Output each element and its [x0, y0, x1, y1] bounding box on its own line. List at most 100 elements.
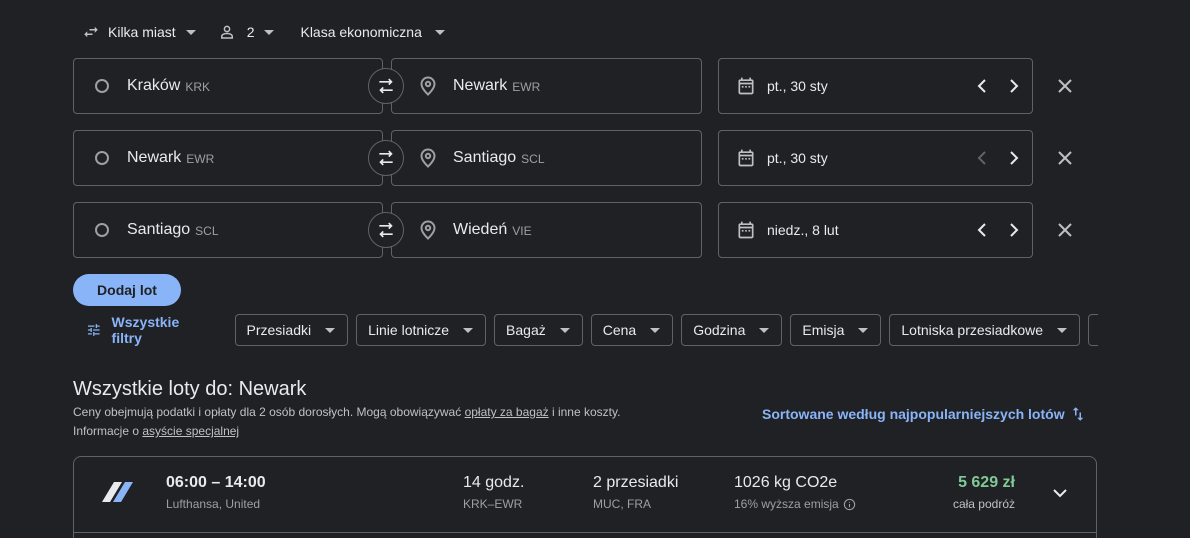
- chevron-down-icon: [264, 30, 275, 35]
- stops-cell: 2 przesiadki MUC, FRA: [593, 474, 678, 511]
- origin-field[interactable]: Kraków KRK: [73, 58, 383, 114]
- stop-airports: MUC, FRA: [593, 497, 651, 511]
- chevron-left-icon: [977, 151, 986, 165]
- origin-city: Kraków: [127, 77, 181, 94]
- info-icon[interactable]: [843, 498, 856, 511]
- expand-button[interactable]: [1048, 481, 1072, 505]
- location-pin-icon: [420, 148, 436, 168]
- close-icon: [1058, 79, 1072, 93]
- next-date-button[interactable]: [998, 142, 1030, 174]
- chevron-right-icon: [1010, 79, 1019, 93]
- chevron-down-icon: [463, 328, 474, 333]
- chevron-down-icon: [1053, 489, 1067, 498]
- filter-chip[interactable]: Lotniska przesiadkowe: [889, 314, 1081, 346]
- filter-chip[interactable]: Cena: [590, 314, 674, 346]
- trip-type-label: Kilka miast: [108, 24, 176, 40]
- destination-field[interactable]: Wiedeń VIE: [391, 202, 702, 258]
- destination-field[interactable]: Newark EWR: [391, 58, 702, 114]
- filter-chip[interactable]: Godzina: [681, 314, 783, 346]
- destination-field[interactable]: Santiago SCL: [391, 130, 702, 186]
- previous-date-button[interactable]: [966, 142, 998, 174]
- flight-route: KRK–EWR: [463, 497, 523, 511]
- destination-city: Santiago: [453, 149, 517, 166]
- flight-price: 5 629 zł: [958, 474, 1015, 491]
- price-note-text-a: Ceny obejmują podatki i opłaty dla 2 osó…: [73, 405, 465, 419]
- filter-chip[interactable]: Bagaż: [494, 314, 583, 346]
- sort-button[interactable]: Sortowane według najpopularniejszych lot…: [762, 404, 1087, 424]
- destination-city: Wiedeń: [453, 221, 508, 238]
- origin-code: KRK: [185, 80, 211, 94]
- next-date-button[interactable]: [998, 70, 1030, 102]
- filter-chip-overflow[interactable]: [1088, 314, 1098, 346]
- chevron-left-icon: [977, 79, 986, 93]
- origin-city: Santiago: [127, 221, 191, 238]
- departure-date-field[interactable]: pt., 30 sty: [718, 58, 1033, 114]
- baggage-fees-link[interactable]: opłaty za bagaż: [465, 405, 549, 419]
- filter-chip-label: Lotniska przesiadkowe: [901, 322, 1044, 338]
- card-divider: [74, 532, 1096, 533]
- airlines: Lufthansa, United: [166, 497, 261, 511]
- sort-arrows-icon: [1072, 407, 1083, 421]
- price-note: Ceny obejmują podatki i opłaty dla 2 osó…: [73, 405, 620, 419]
- all-filters-button[interactable]: Wszystkie filtry: [82, 314, 211, 346]
- filter-chip-label: Linie lotnicze: [368, 322, 450, 338]
- chevron-down-icon: [1057, 328, 1068, 333]
- person-icon: [220, 25, 233, 39]
- origin-code: EWR: [186, 152, 215, 166]
- flight-leg-1: Kraków KRK Newark EWR pt., 30 sty: [73, 58, 1083, 114]
- price-note-label: cała podróż: [952, 497, 1015, 511]
- previous-date-button[interactable]: [966, 70, 998, 102]
- emissions-cell: 1026 kg CO2e 16% wyższa emisja: [734, 474, 856, 511]
- calendar-icon: [738, 77, 754, 95]
- swap-arrows-icon: [84, 26, 98, 38]
- filter-chip[interactable]: Przesiadki: [234, 314, 349, 346]
- swap-button[interactable]: [368, 140, 404, 176]
- trip-options-bar: Kilka miast 2 Klasa ekonomiczna: [82, 21, 445, 43]
- assistance-note-text: Informacje o: [73, 424, 143, 438]
- origin-field[interactable]: Santiago SCL: [73, 202, 383, 258]
- destination-code: VIE: [512, 224, 532, 238]
- cabin-class-label: Klasa ekonomiczna: [300, 24, 422, 40]
- stops-count: 2 przesiadki: [593, 474, 679, 491]
- chevron-down-icon: [858, 328, 869, 333]
- flight-leg-3: Santiago SCL Wiedeń VIE niedz., 8 lut: [73, 202, 1083, 258]
- assistance-note: Informacje o asyście specjalnej: [73, 424, 239, 438]
- emissions-value: 1026 kg CO2e: [734, 474, 838, 491]
- filter-chip[interactable]: Linie lotnicze: [356, 314, 487, 346]
- remove-leg-button[interactable]: [1049, 70, 1081, 102]
- remove-leg-button[interactable]: [1049, 142, 1081, 174]
- remove-leg-button[interactable]: [1049, 214, 1081, 246]
- filter-chip[interactable]: Emisja: [790, 314, 882, 346]
- origin-code: SCL: [195, 224, 219, 238]
- special-assistance-link[interactable]: asyście specjalnej: [142, 424, 239, 438]
- origin-circle-icon: [95, 151, 109, 165]
- chevron-down-icon: [185, 30, 196, 35]
- chevron-down-icon: [759, 328, 770, 333]
- flight-leg-2: Newark EWR Santiago SCL pt., 30 sty: [73, 130, 1083, 186]
- departure-date-field[interactable]: niedz., 8 lut: [718, 202, 1033, 258]
- passengers-select[interactable]: 2: [218, 23, 275, 41]
- close-icon: [1058, 151, 1072, 165]
- previous-date-button[interactable]: [966, 214, 998, 246]
- trip-type-select[interactable]: Kilka miast: [82, 23, 196, 41]
- airline-logo-icon: [102, 482, 133, 502]
- departure-date-field[interactable]: pt., 30 sty: [718, 130, 1033, 186]
- calendar-icon: [738, 149, 754, 167]
- origin-field[interactable]: Newark EWR: [73, 130, 383, 186]
- swap-button[interactable]: [368, 212, 404, 248]
- location-pin-icon: [420, 220, 436, 240]
- price-cell: 5 629 zł cała podróż: [953, 474, 1015, 511]
- add-flight-button[interactable]: Dodaj lot: [73, 274, 181, 306]
- next-date-button[interactable]: [998, 214, 1030, 246]
- cabin-class-select[interactable]: Klasa ekonomiczna: [300, 24, 445, 40]
- filter-chips: Przesiadki Linie lotnicze Bagaż Cena Godzina…: [234, 314, 1098, 346]
- flight-result-card[interactable]: 06:00 – 14:00 Lufthansa, United 14 godz.…: [73, 456, 1097, 538]
- flight-duration: 14 godz.: [463, 474, 525, 491]
- swap-button[interactable]: [368, 68, 404, 104]
- passengers-count: 2: [246, 24, 255, 40]
- all-filters-label: Wszystkie filtry: [111, 314, 180, 346]
- origin-city: Newark: [127, 149, 182, 166]
- close-icon: [1058, 223, 1072, 237]
- filter-chip-label: Emisja: [802, 322, 845, 338]
- flight-times-cell: 06:00 – 14:00 Lufthansa, United: [166, 474, 266, 511]
